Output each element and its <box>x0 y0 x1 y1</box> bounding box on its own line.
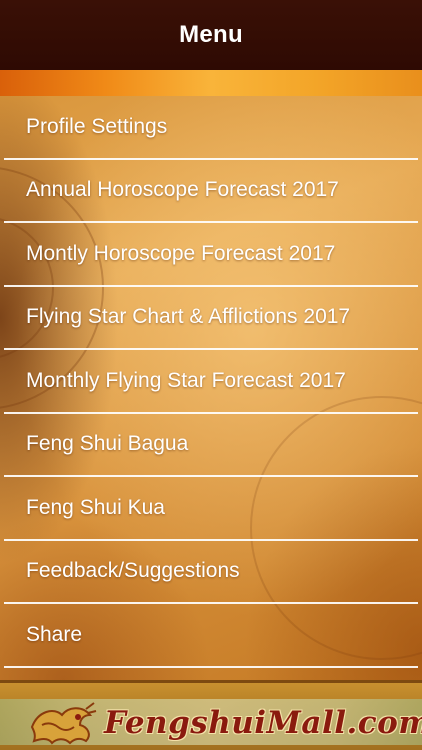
menu-item-monthly-horoscope[interactable]: Montly Horoscope Forecast 2017 <box>4 223 418 287</box>
menu-item-label: Flying Star Chart & Afflictions 2017 <box>26 305 351 329</box>
nav-bar: Menu <box>0 0 422 70</box>
menu-item-label: Feedback/Suggestions <box>26 559 240 583</box>
dragon-logo-icon <box>30 702 97 745</box>
menu-item-feng-shui-bagua[interactable]: Feng Shui Bagua <box>4 414 418 477</box>
menu-item-annual-horoscope[interactable]: Annual Horoscope Forecast 2017 <box>4 160 418 223</box>
menu-item-label: Feng Shui Kua <box>26 495 165 519</box>
menu-item-label: Monthly Flying Star Forecast 2017 <box>26 368 346 392</box>
brand-name: FengshuiMall.com <box>104 705 422 741</box>
menu-item-feng-shui-kua[interactable]: Feng Shui Kua <box>4 477 418 541</box>
menu-item-share[interactable]: Share <box>4 604 418 668</box>
menu-item-feedback[interactable]: Feedback/Suggestions <box>4 541 418 604</box>
page-title: Menu <box>179 21 243 48</box>
menu-item-monthly-flying-star[interactable]: Monthly Flying Star Forecast 2017 <box>4 350 418 414</box>
menu-item-label: Profile Settings <box>26 114 168 138</box>
menu-item-label: Annual Horoscope Forecast 2017 <box>26 178 339 202</box>
header-glow-band <box>0 70 422 96</box>
menu-item-label: Montly Horoscope Forecast 2017 <box>26 241 336 265</box>
menu-item-label: Feng Shui Bagua <box>26 432 189 456</box>
menu-item-flying-star-chart[interactable]: Flying Star Chart & Afflictions 2017 <box>4 287 418 350</box>
screen: Menu Profile Settings Annual Horoscope F… <box>0 0 422 750</box>
menu-item-profile-settings[interactable]: Profile Settings <box>4 96 418 160</box>
menu-item-label: Share <box>26 622 83 646</box>
menu-list: Profile Settings Annual Horoscope Foreca… <box>0 96 422 668</box>
brand-banner[interactable]: FengshuiMall.com <box>0 680 422 750</box>
